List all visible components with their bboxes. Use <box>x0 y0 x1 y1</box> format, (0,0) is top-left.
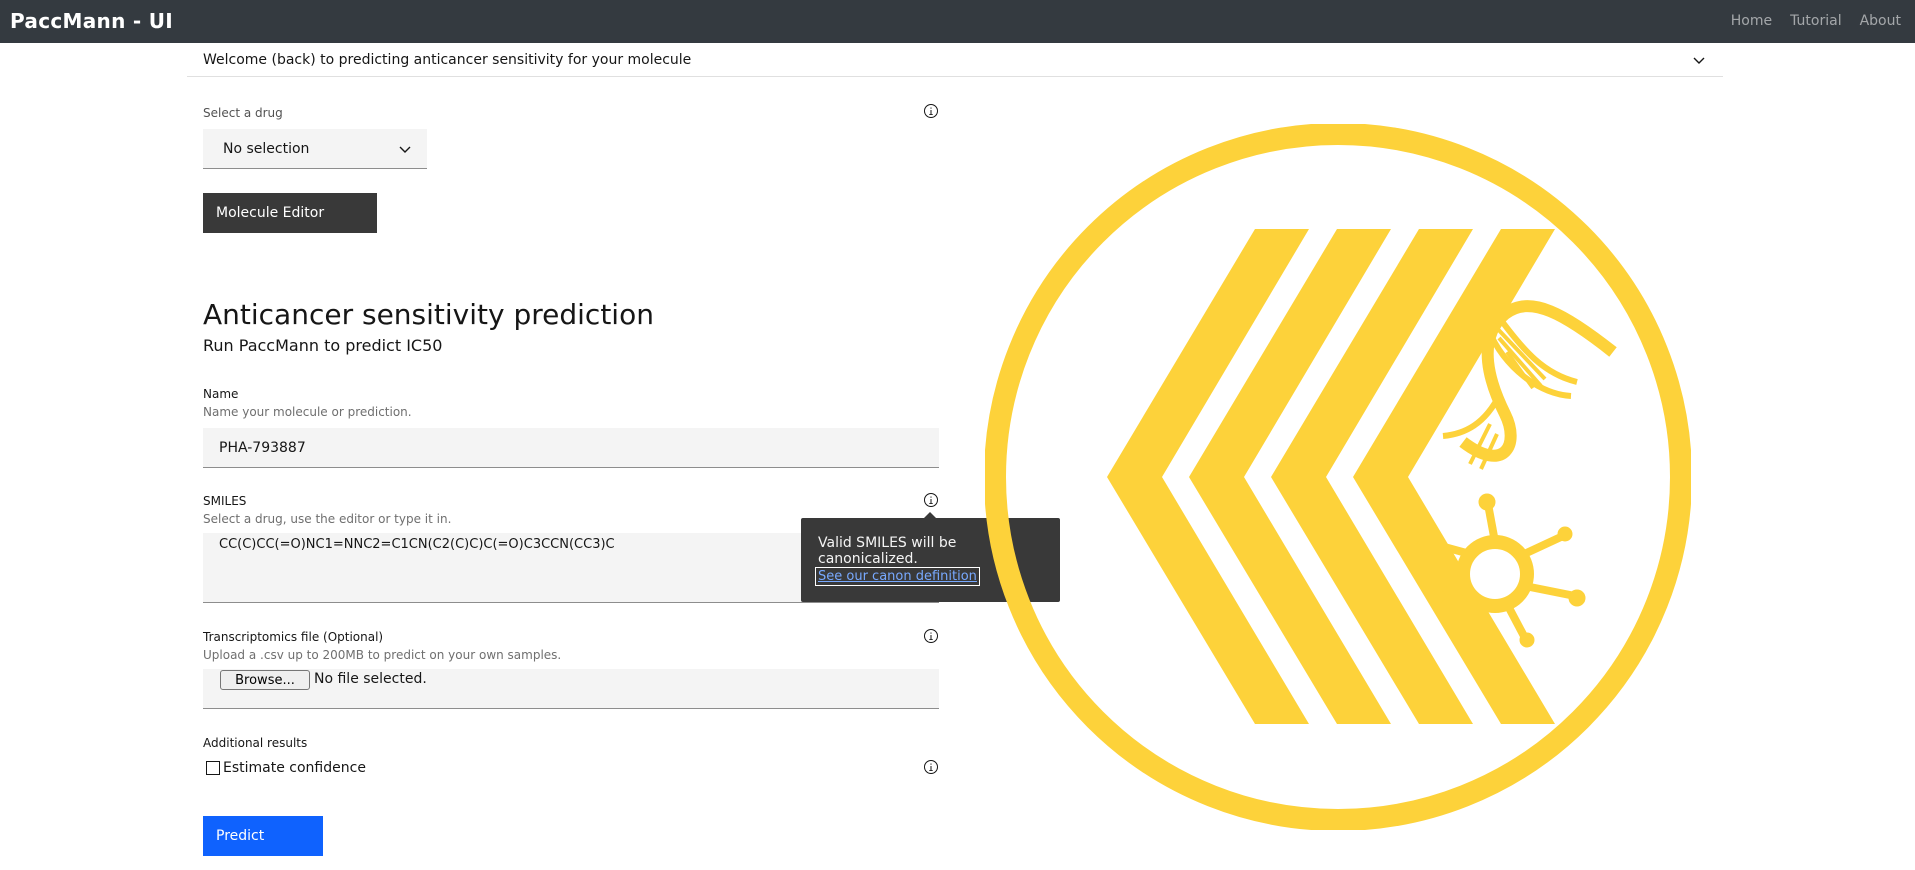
browse-button[interactable]: Browse... <box>220 670 310 690</box>
file-upload-field: Browse... No file selected. <box>203 669 939 709</box>
estimate-confidence-checkbox[interactable] <box>206 761 220 775</box>
name-input[interactable] <box>203 428 939 468</box>
name-field-label: Name <box>203 387 239 401</box>
paccmann-logo <box>985 124 1691 830</box>
smiles-field-label: SMILES <box>203 494 247 508</box>
accordion-title: Welcome (back) to predicting anticancer … <box>203 52 692 68</box>
info-icon[interactable] <box>923 103 939 119</box>
additional-results-label: Additional results <box>203 736 308 750</box>
molecule-editor-button[interactable]: Molecule Editor <box>203 193 377 233</box>
info-icon[interactable] <box>923 759 939 775</box>
info-icon[interactable] <box>923 628 939 644</box>
estimate-confidence-label[interactable]: Estimate confidence <box>223 760 366 776</box>
name-field-helper: Name your molecule or prediction. <box>203 405 412 419</box>
info-icon[interactable] <box>923 492 939 508</box>
top-navbar: PaccMann - UI Home Tutorial About <box>0 0 1915 43</box>
page-subtitle: Run PaccMann to predict IC50 <box>203 336 443 355</box>
predict-button[interactable]: Predict <box>203 816 323 856</box>
nav-about-link[interactable]: About <box>1860 13 1901 29</box>
transcriptomics-field-helper: Upload a .csv up to 200MB to predict on … <box>203 648 562 662</box>
transcriptomics-field-label: Transcriptomics file (Optional) <box>203 630 384 644</box>
drug-select-label: Select a drug <box>203 106 283 120</box>
chevron-down-icon <box>399 146 411 153</box>
drug-select-value: No selection <box>223 141 310 157</box>
nav-tutorial-link[interactable]: Tutorial <box>1790 13 1841 29</box>
file-status: No file selected. <box>314 671 427 687</box>
nav-links: Home Tutorial About <box>1731 13 1901 29</box>
page-title: Anticancer sensitivity prediction <box>203 298 654 331</box>
smiles-field-helper: Select a drug, use the editor or type it… <box>203 512 452 526</box>
app-brand[interactable]: PaccMann - UI <box>10 9 173 33</box>
nav-home-link[interactable]: Home <box>1731 13 1772 29</box>
chevron-down-icon <box>1693 57 1705 64</box>
canon-definition-link[interactable]: See our canon definition <box>815 567 980 586</box>
welcome-accordion[interactable]: Welcome (back) to predicting anticancer … <box>187 43 1723 77</box>
drug-select-dropdown[interactable]: No selection <box>203 129 427 169</box>
